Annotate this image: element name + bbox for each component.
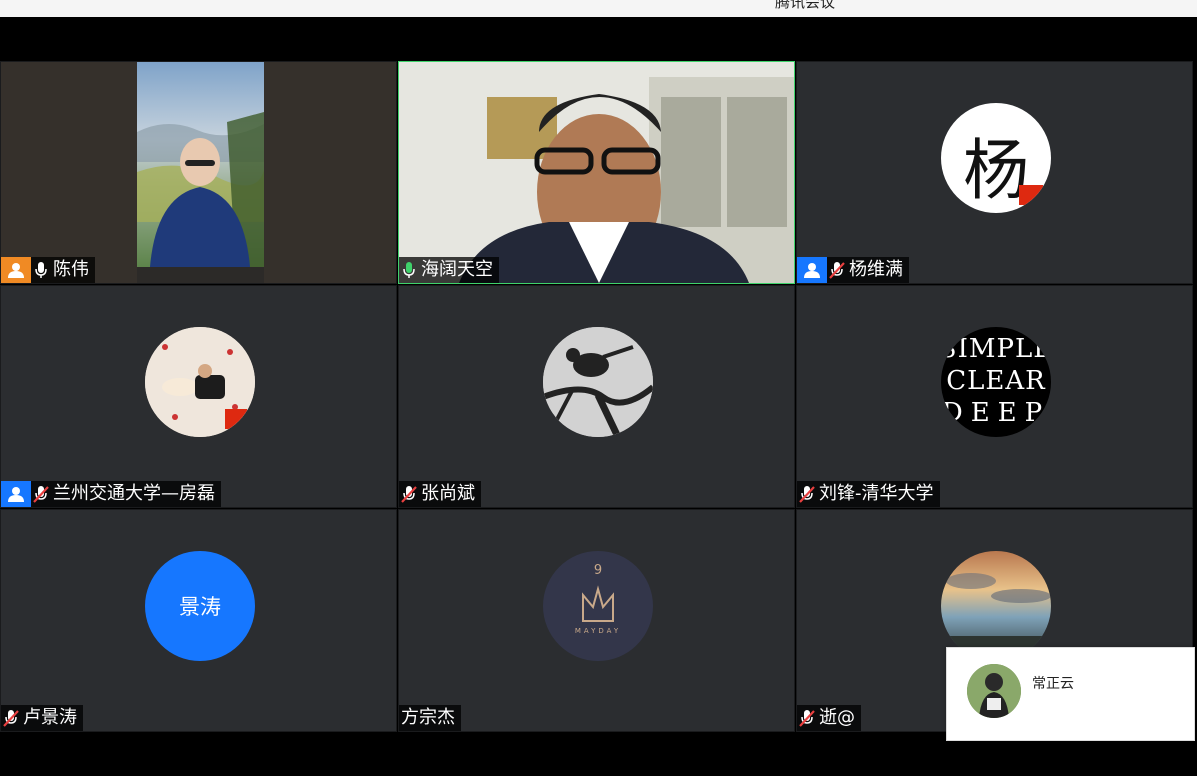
participant-tile[interactable]: SIMPLE CLEAR DEEP 刘锋-清华大学 — [796, 285, 1193, 508]
user-icon — [1, 481, 31, 507]
participant-tile-active[interactable]: 海阔天空 — [398, 61, 795, 284]
avatar — [543, 327, 653, 437]
nameplate: 兰州交通大学—房磊 — [1, 481, 221, 507]
nameplate: 陈伟 — [1, 257, 95, 283]
nameplate: 海阔天空 — [399, 257, 499, 283]
participant-tile[interactable]: 兰州交通大学—房磊 — [0, 285, 397, 508]
avatar: 景涛 — [145, 551, 255, 661]
nameplate: 逝@ — [797, 705, 861, 731]
avatar: 9 MAYDAY — [543, 551, 653, 661]
participant-name: 杨维满 — [847, 257, 909, 283]
avatar-text-brand: MAYDAY — [574, 627, 622, 635]
popup-participant-name: 常正云 — [1032, 676, 1074, 692]
avatar — [941, 551, 1051, 661]
participant-tile[interactable]: 杨 杨维满 — [796, 61, 1193, 284]
avatar: SIMPLE CLEAR DEEP — [941, 327, 1051, 437]
participant-tile[interactable]: 景涛 卢景涛 — [0, 509, 397, 732]
microphone-muted-icon — [827, 257, 847, 283]
participant-name: 张尚斌 — [419, 481, 481, 507]
participant-name: 方宗杰 — [399, 705, 461, 731]
nameplate: 刘锋-清华大学 — [797, 481, 940, 507]
popup-avatar — [967, 664, 1021, 718]
participant-tile[interactable]: 张尚斌 — [398, 285, 795, 508]
participant-tile[interactable]: 9 MAYDAY 方宗杰 — [398, 509, 795, 732]
top-bar — [0, 17, 1197, 61]
video-grid: 陈伟 海阔天空 杨 杨维满 兰州交通大学—房磊 张尚斌 SIMPLE CLEAR… — [0, 61, 1194, 733]
participant-name: 兰州交通大学—房磊 — [51, 481, 221, 507]
flag-icon — [1019, 185, 1043, 205]
microphone-icon — [31, 257, 51, 283]
avatar — [145, 327, 255, 437]
nameplate: 卢景涛 — [1, 705, 83, 731]
user-icon — [1, 257, 31, 283]
user-icon — [797, 257, 827, 283]
crown-logo-icon — [582, 585, 614, 622]
window-titlebar: 腾讯会议 — [0, 0, 1197, 17]
avatar-initials: 景涛 — [179, 595, 221, 619]
participant-name: 陈伟 — [51, 257, 95, 283]
nameplate: 杨维满 — [797, 257, 909, 283]
participant-name: 刘锋-清华大学 — [817, 481, 940, 507]
nameplate: 方宗杰 — [399, 705, 461, 731]
microphone-muted-icon — [399, 481, 419, 507]
microphone-speaking-icon — [399, 257, 419, 283]
participant-name: 海阔天空 — [419, 257, 499, 283]
participant-name: 逝@ — [817, 705, 861, 731]
microphone-muted-icon — [31, 481, 51, 507]
video-feed — [399, 62, 794, 283]
microphone-muted-icon — [797, 481, 817, 507]
participant-name: 卢景涛 — [21, 705, 83, 731]
avatar-text-line: SIMPLE — [941, 334, 1051, 364]
nameplate: 张尚斌 — [399, 481, 481, 507]
avatar: 杨 — [941, 103, 1051, 213]
microphone-muted-icon — [1, 705, 21, 731]
participant-tile[interactable]: 陈伟 — [0, 61, 397, 284]
avatar-text-line: CLEAR — [946, 366, 1046, 396]
avatar-text-line: DEEP — [941, 398, 1051, 428]
participant-popup[interactable]: 常正云 — [946, 647, 1195, 741]
microphone-muted-icon — [797, 705, 817, 731]
video-feed — [137, 62, 264, 283]
window-title: 腾讯会议 — [775, 0, 836, 11]
